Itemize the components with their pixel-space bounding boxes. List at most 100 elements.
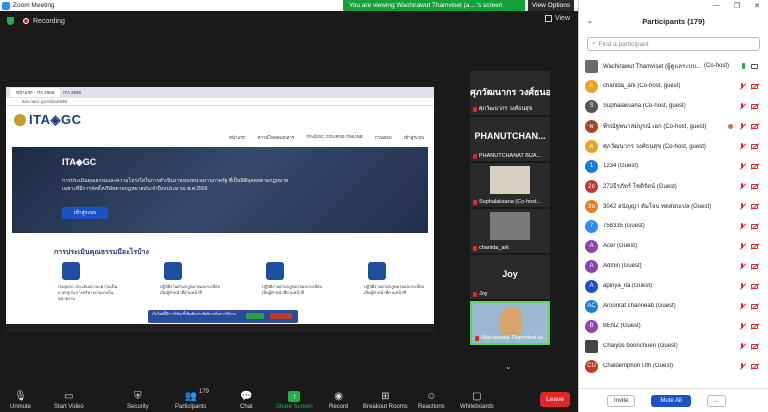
video-tile[interactable]: PHANUTCHAN... PHANUTCHANAT BUA... (470, 117, 550, 161)
participant-row[interactable]: Wachirawut Thamviset (ผู้ดูแลระบบ... (Co-… (585, 56, 762, 76)
participant-row[interactable]: CU Chaloemphon Uth (Guest) (585, 356, 762, 376)
breakout-rooms-button[interactable]: ⊞ Breakout Rooms (363, 391, 408, 410)
camera-off-icon (751, 363, 758, 369)
participant-search-input[interactable]: ⌕ Find a participant (587, 37, 760, 51)
security-label: Security (127, 404, 149, 410)
participant-row[interactable]: B BENZ (Guest) (585, 316, 762, 336)
participant-status (739, 322, 758, 330)
participant-row[interactable]: Aapinya_ita (Guest) (585, 276, 762, 296)
site-logo-text: ITA◈GC (29, 112, 82, 127)
more-button[interactable]: ... (706, 394, 726, 407)
card-text: ปฏิบัติงานตามกฎหมายและระเบียบ เป็นผู้ทำห… (262, 284, 323, 295)
reactions-button[interactable]: ☺ Reactions (418, 391, 445, 410)
participant-status (739, 362, 758, 370)
start-video-label: Start Video (54, 404, 84, 410)
record-icon: ◉ (334, 390, 344, 402)
site-nav: หน้าแรก ดาวน์โหลดเอกสาร ITA@GC COURSE ON… (6, 134, 434, 143)
seal-icon (14, 114, 26, 126)
participant-status (739, 242, 758, 250)
tile-name: PHANUTCHAN... (474, 131, 546, 141)
browser-tabs: หน้าแรก - ITA 2566 ITA 2566 (6, 87, 434, 98)
mic-off-icon (739, 342, 745, 350)
mute-all-button[interactable]: Mute All (651, 394, 691, 407)
participant-name: 758335 (Guest) (603, 223, 645, 229)
recording-label[interactable]: Recording (33, 18, 65, 25)
panel-title: Participants (179) (642, 16, 705, 26)
participant-row[interactable]: S Suphalaksana (Co-host, guest) (585, 96, 762, 116)
participant-row[interactable]: 7 758335 (Guest) (585, 216, 762, 236)
participant-name: 272ธีรภัทร์ โชติรัตน์ (Guest) (603, 184, 677, 190)
muted-icon (473, 153, 477, 159)
participant-status (739, 182, 758, 190)
camera-off-icon (751, 203, 758, 209)
camera-off-icon (751, 163, 758, 169)
site-hero: ITA◈GC การประเมินคุณธรรมและความโปร่งใสใน… (12, 147, 428, 233)
start-video-button[interactable]: ▭ Start Video (54, 391, 84, 410)
share-screen-button[interactable]: ↑ Share Screen (276, 391, 313, 410)
search-placeholder: Find a participant (598, 40, 649, 48)
site-nav-item: ITA@GC COURSE ONLINE (306, 134, 363, 139)
participant-row[interactable]: Chaiyos boonchuen (Guest) (585, 336, 762, 356)
participant-row[interactable]: 2ธ 272ธีรภัทร์ โชติรัตน์ (Guest) (585, 176, 762, 196)
shield-icon: ⛨ (134, 390, 142, 402)
leave-button[interactable]: Leave (540, 392, 570, 407)
panel-header: ⌄ Participants (179) (579, 11, 768, 31)
mic-off-icon (739, 242, 745, 250)
record-button[interactable]: ◉ Record (329, 391, 348, 410)
avatar: c (585, 79, 598, 93)
view-options-button[interactable]: View Options (528, 0, 574, 11)
participant-row[interactable]: A Acer (Guest) (585, 236, 762, 256)
security-button[interactable]: ⛨ Security (127, 391, 149, 410)
participant-list: Wachirawut Thamviset (ผู้ดูแลระบบ... (Co-… (579, 56, 768, 376)
shared-screen: หน้าแรก - ITA 2566 ITA 2566 itas.nacc.go… (6, 87, 434, 332)
participant-row[interactable]: 3อ 3042 อนัญญา ดัมโจบ ทดสอบเปล (Guest) (585, 196, 762, 216)
collapse-chevron-icon[interactable]: ⌄ (587, 17, 593, 25)
share-label: Share Screen (276, 404, 313, 410)
participants-label: Participants (175, 404, 207, 410)
view-button[interactable]: View (544, 15, 570, 22)
whiteboards-button[interactable]: ▢ Whiteboards (460, 391, 494, 410)
whiteboard-icon: ▢ (472, 390, 482, 402)
minimize-icon[interactable]: — (713, 2, 720, 9)
camera-off-icon (751, 243, 758, 249)
participant-row[interactable]: AC Aroonrat channeab (Guest) (585, 296, 762, 316)
avatar (585, 339, 598, 353)
participant-row[interactable]: พ พีรณัฐพนาสมบูรณ์ เอก (Co-host, guest) (585, 116, 762, 136)
participant-role: (Co-host) (704, 63, 730, 69)
chat-button[interactable]: 💬 Chat (240, 391, 253, 410)
mic-off-icon (739, 122, 745, 130)
card-text: ปฏิบัติงานตามกฎหมายและระเบียบ เป็นผู้ทำห… (160, 284, 221, 295)
participants-panel: — ❐ ✕ ⌄ Participants (179) ⌕ Find a part… (578, 0, 768, 412)
share-arrow-icon: ↑ (288, 391, 301, 402)
avatar: A (585, 239, 598, 253)
meeting-toolbar: 🎙 Unmute ▭ Start Video ⛨ Security 👥 Part… (0, 385, 578, 412)
site-nav-item: เข้าสู่ระบบ (403, 135, 424, 140)
participant-status (739, 82, 758, 90)
encryption-shield-icon[interactable] (7, 17, 14, 25)
unmute-button[interactable]: 🎙 Unmute (10, 391, 31, 410)
panel-window-controls: — ❐ ✕ (579, 0, 768, 11)
participant-row[interactable]: ศ ศุภวัฒนากร วงศ์ธนสุข (Co-host, guest) (585, 136, 762, 156)
windows-taskbar (6, 324, 434, 332)
mic-off-icon (739, 362, 745, 370)
scroll-down-icon[interactable]: ⌄ (505, 362, 512, 371)
mic-on-icon (742, 63, 745, 69)
participant-row[interactable]: 1 1234 (Guest) (585, 156, 762, 176)
video-tile[interactable]: ศุภวัฒนากร วงศ์ธนอ... ศุภวัฒนากร วงศ์ธนส… (470, 71, 550, 115)
video-tile[interactable]: Suphalaksana (Co-host... (470, 163, 550, 207)
participant-name: พีรณัฐพนาสมบูรณ์ เอก (Co-host, guest) (603, 124, 707, 130)
cookie-notice: เว็บไซต์นี้มีการใช้คุกกี้เพื่อเพิ่มประสิ… (148, 310, 298, 323)
close-icon[interactable]: ✕ (754, 2, 760, 10)
invite-button[interactable]: Invite (607, 394, 636, 407)
restore-icon[interactable]: ❐ (734, 2, 740, 10)
participant-row[interactable]: A Admin (Guest) (585, 256, 762, 276)
video-tile[interactable]: Joy Joy (470, 255, 550, 299)
video-tile[interactable]: chanida_ark (470, 209, 550, 253)
breakout-grid-icon: ⊞ (381, 390, 390, 402)
card-text: ITA@GC ประเมินสถานะความเป็นมาตรฐาน การบร… (58, 284, 118, 301)
participant-row[interactable]: c chanida_ark (Co-host, guest) (585, 76, 762, 96)
avatar: 7 (585, 219, 598, 233)
cookie-text: เว็บไซต์นี้มีการใช้คุกกี้เพื่อเพิ่มประสิ… (152, 312, 236, 316)
avatar: A (585, 259, 598, 273)
video-tile-active[interactable]: Wachirawut Thamviset (a... (470, 301, 550, 345)
